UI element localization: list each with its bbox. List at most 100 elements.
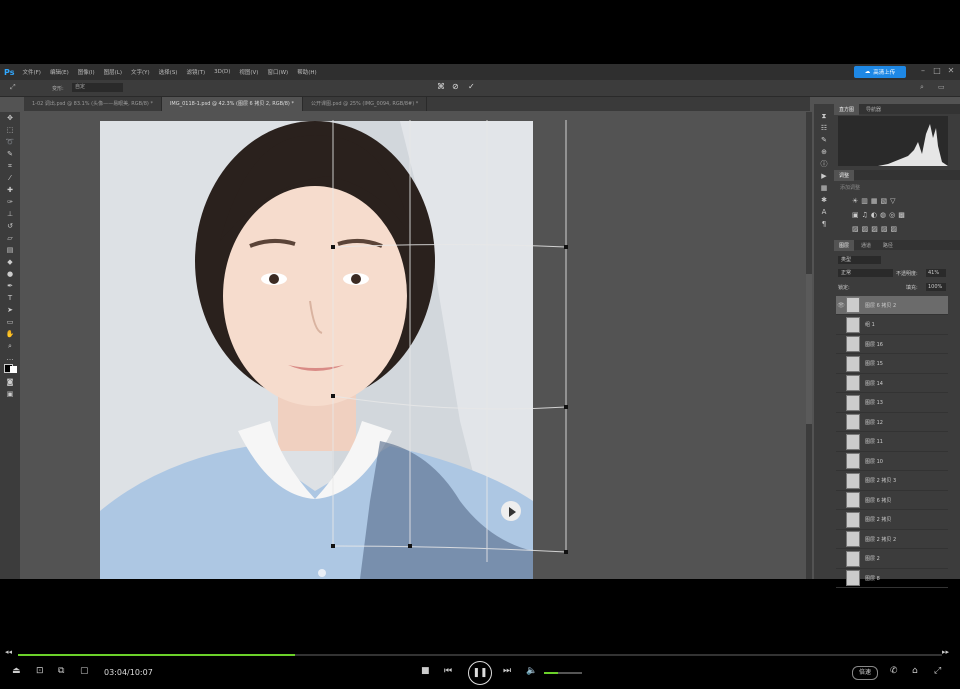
dodge-tool-icon[interactable]: ●: [0, 268, 20, 280]
menu-file[interactable]: 文件(F): [22, 68, 40, 76]
close-icon[interactable]: ✕: [946, 66, 956, 76]
warp-mode-select[interactable]: 自定: [72, 83, 123, 92]
tab-document-2[interactable]: IMG_0118-1.psd @ 42.3% (图层 6 拷贝 2, RGB/8…: [161, 97, 303, 111]
minimize-icon[interactable]: –: [918, 66, 928, 76]
layer-visibility-icon[interactable]: 👁: [836, 302, 846, 309]
menu-window[interactable]: 窗口(W): [267, 68, 288, 76]
menu-layer[interactable]: 图层(L): [104, 68, 122, 76]
tab-document-3[interactable]: 公开课图.psd @ 25% (IMG_0094, RGB/8#) *: [303, 97, 428, 111]
volume-icon[interactable]: 🔈: [526, 666, 537, 676]
commit-transform-icon[interactable]: ✓: [468, 82, 475, 91]
menu-3d[interactable]: 3D(D): [214, 69, 230, 75]
menu-filter[interactable]: 滤镜(T): [186, 68, 205, 76]
maximize-icon[interactable]: □: [932, 66, 942, 76]
transform-tool-icon[interactable]: ⤢: [10, 83, 16, 92]
marquee-tool-icon[interactable]: ⬚: [0, 124, 20, 136]
adjustment-icons[interactable]: ☀▥▦▧▽ ▣♫◐◍◎▩ ▨▨▨▨▨: [852, 194, 932, 236]
styles-icon[interactable]: ✱: [814, 194, 834, 206]
stop-icon[interactable]: ■: [421, 666, 430, 676]
eraser-tool-icon[interactable]: ▱: [0, 232, 20, 244]
layer-row[interactable]: 图层 16: [836, 335, 948, 354]
path-select-tool-icon[interactable]: ➤: [0, 304, 20, 316]
forward-icon[interactable]: ▸▸: [942, 648, 949, 656]
shape-tool-icon[interactable]: ▭: [0, 316, 20, 328]
layer-row[interactable]: 图层 6 拷贝: [836, 491, 948, 510]
menu-view[interactable]: 视图(V): [239, 68, 258, 76]
rewind-icon[interactable]: ◂◂: [5, 648, 12, 656]
tab-histogram[interactable]: 直方图: [834, 104, 860, 115]
eyedropper-tool-icon[interactable]: ⁄: [0, 172, 20, 184]
fullscreen-icon[interactable]: ⤢: [934, 666, 941, 676]
tab-layers[interactable]: 图层: [834, 240, 855, 251]
layer-row[interactable]: 👁 图层 6 拷贝 2: [836, 296, 948, 315]
menu-select[interactable]: 选择(S): [159, 68, 178, 76]
layer-row[interactable]: 图层 2: [836, 550, 948, 569]
clone-source-icon[interactable]: ⊕: [814, 146, 834, 158]
menu-help[interactable]: 帮助(H): [297, 68, 316, 76]
share-icon[interactable]: ⌂: [912, 666, 918, 676]
layer-row[interactable]: 图层 2 拷贝: [836, 511, 948, 530]
hand-tool-icon[interactable]: ✋: [0, 328, 20, 340]
cancel-transform-icon[interactable]: ⊘: [452, 82, 459, 91]
layer-row[interactable]: 图层 12: [836, 413, 948, 432]
comment-icon[interactable]: ▢: [80, 666, 89, 676]
eject-icon[interactable]: ⏏: [12, 666, 21, 676]
previous-icon[interactable]: ⏮: [444, 666, 452, 676]
history-brush-tool-icon[interactable]: ↺: [0, 220, 20, 232]
search-icon[interactable]: ⌕: [920, 83, 924, 92]
swatches-icon[interactable]: ▦: [814, 182, 834, 194]
layer-row[interactable]: 图层 15: [836, 355, 948, 374]
blur-tool-icon[interactable]: ◆: [0, 256, 20, 268]
subtitle-icon[interactable]: ⧉: [58, 666, 64, 676]
screen-mode-icon[interactable]: ▣: [0, 388, 20, 400]
healing-brush-tool-icon[interactable]: ✚: [0, 184, 20, 196]
move-tool-icon[interactable]: ✥: [0, 112, 20, 124]
layer-row[interactable]: 图层 2 拷贝 3: [836, 472, 948, 491]
blend-mode-select[interactable]: 正常: [838, 269, 893, 277]
warp-grid[interactable]: [300, 114, 600, 584]
info-icon[interactable]: ⓘ: [814, 158, 834, 170]
layer-row[interactable]: 组 1: [836, 316, 948, 335]
puppet-icon[interactable]: ⌘: [437, 82, 445, 91]
layer-row[interactable]: 图层 14: [836, 374, 948, 393]
layer-row[interactable]: 图层 13: [836, 394, 948, 413]
layer-row[interactable]: 图层 2 拷贝 2: [836, 530, 948, 549]
properties-icon[interactable]: ☷: [814, 122, 834, 134]
layer-row[interactable]: 图层 11: [836, 433, 948, 452]
tab-adjustments[interactable]: 调整: [834, 170, 855, 181]
phone-icon[interactable]: ✆: [890, 666, 898, 676]
brush-preset-icon[interactable]: ✎: [814, 134, 834, 146]
fill-input[interactable]: 100%: [926, 283, 946, 291]
canvas-scroll-thumb[interactable]: [806, 274, 812, 424]
zoom-tool-icon[interactable]: ⌕: [0, 340, 20, 352]
tab-paths[interactable]: 路径: [878, 240, 898, 251]
color-swatch-icon[interactable]: [0, 364, 20, 376]
tab-navigator[interactable]: 导航器: [861, 104, 886, 115]
next-icon[interactable]: ⏭: [503, 666, 511, 676]
screenshot-icon[interactable]: ⊡: [36, 666, 44, 676]
layer-row[interactable]: 图层 10: [836, 452, 948, 471]
cloud-upload-button[interactable]: ☁ 高清上传: [854, 66, 906, 78]
pause-button[interactable]: ❚❚: [468, 661, 492, 685]
tab-channels[interactable]: 通道: [856, 240, 876, 251]
lasso-tool-icon[interactable]: ➰: [0, 136, 20, 148]
history-icon[interactable]: ⧗: [814, 110, 834, 122]
crop-tool-icon[interactable]: ⌗: [0, 160, 20, 172]
layer-kind-filter[interactable]: 类型: [838, 256, 881, 264]
menu-image[interactable]: 图像(I): [78, 68, 95, 76]
stamp-tool-icon[interactable]: ⊥: [0, 208, 20, 220]
actions-icon[interactable]: ▶: [814, 170, 834, 182]
character-icon[interactable]: A: [814, 206, 834, 218]
gradient-tool-icon[interactable]: ▤: [0, 244, 20, 256]
menu-type[interactable]: 文字(Y): [131, 68, 150, 76]
speed-button[interactable]: 倍速: [852, 666, 878, 680]
layer-row[interactable]: 图层 8: [836, 569, 948, 588]
brush-tool-icon[interactable]: ✑: [0, 196, 20, 208]
pen-tool-icon[interactable]: ✒: [0, 280, 20, 292]
type-tool-icon[interactable]: T: [0, 292, 20, 304]
paragraph-icon[interactable]: ¶: [814, 218, 834, 230]
workspace-icon[interactable]: ▭: [938, 83, 945, 91]
more-tools-icon[interactable]: …: [0, 352, 20, 364]
opacity-input[interactable]: 41%: [926, 269, 946, 277]
menu-edit[interactable]: 编辑(E): [50, 68, 69, 76]
